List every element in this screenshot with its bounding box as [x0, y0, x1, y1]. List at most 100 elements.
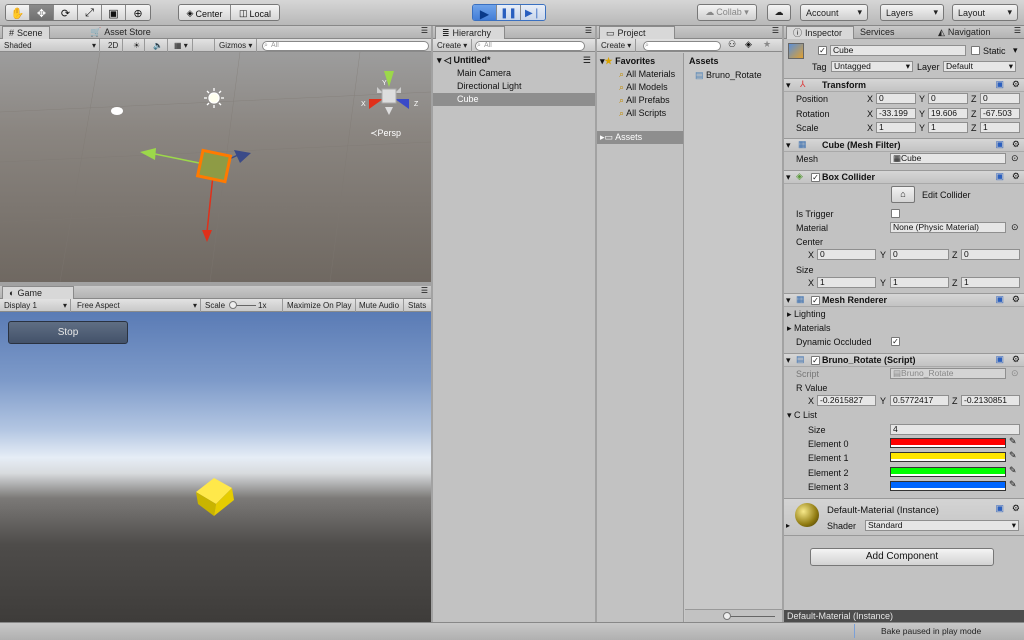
tab-hierarchy[interactable]: ≣ Hierarchy [435, 26, 505, 39]
filter-type-icon[interactable]: ⚇ [728, 39, 736, 50]
collider-material-field[interactable]: None (Physic Material) [890, 222, 1006, 233]
help-icon[interactable]: ▣ [995, 354, 1004, 365]
help-icon[interactable]: ▣ [995, 79, 1004, 90]
scale-icon[interactable]: ⤢ [78, 5, 102, 20]
scene-effects-icon[interactable]: ▦ ▾ [170, 39, 193, 52]
rvalue-y-field[interactable]: 0.5772417 [890, 395, 949, 406]
project-search-input[interactable]: ⌕ [643, 41, 721, 51]
hand-icon[interactable]: ✋ [6, 5, 30, 20]
transform-icon[interactable]: ⊕ [126, 5, 150, 20]
hierarchy-search-input[interactable]: ⌕ All [475, 41, 585, 51]
shader-dropdown[interactable]: Standard ▾ [865, 520, 1019, 531]
layout-dropdown[interactable]: Layout ▾ [952, 4, 1018, 21]
size-x-field[interactable]: 1 [817, 277, 876, 288]
static-checkbox[interactable] [971, 46, 980, 55]
position-z-field[interactable]: 0 [980, 93, 1020, 104]
mode-2d-button[interactable]: 2D [104, 39, 124, 52]
aspect-dropdown[interactable]: Free Aspect ▾ [73, 299, 201, 312]
scale-x-field[interactable]: 1 [876, 122, 916, 133]
color-swatch[interactable] [890, 467, 1006, 477]
help-icon[interactable]: ▣ [995, 503, 1004, 514]
hierarchy-item[interactable]: Directional Light [433, 80, 595, 93]
scene-menu-icon[interactable]: ☰ [583, 54, 591, 67]
gear-icon[interactable]: ⚙ [1012, 294, 1020, 305]
color-swatch[interactable] [890, 452, 1006, 462]
asset-item[interactable]: ▤ Bruno_Rotate [685, 69, 782, 82]
shading-mode-dropdown[interactable]: Shaded ▾ [0, 39, 100, 52]
gear-icon[interactable]: ⚙ [1012, 79, 1020, 90]
tab-asset-store[interactable]: 🛒 Asset Store [84, 26, 157, 39]
material-header[interactable]: ▸ Default-Material (Instance) Shader Sta… [784, 498, 1024, 536]
rect-icon[interactable]: ▣ [102, 5, 126, 20]
tab-project[interactable]: ▭ Project [599, 26, 675, 39]
color-swatch[interactable] [890, 481, 1006, 491]
preview-bar[interactable]: Default-Material (Instance) [784, 610, 1024, 622]
help-icon[interactable]: ▣ [995, 294, 1004, 305]
position-x-field[interactable]: 0 [876, 93, 916, 104]
size-y-field[interactable]: 1 [890, 277, 949, 288]
rotation-z-field[interactable]: -67.503 [980, 108, 1020, 119]
eyedropper-icon[interactable]: ✎ [1009, 450, 1017, 461]
rvalue-z-field[interactable]: -0.2130851 [961, 395, 1020, 406]
object-picker-icon[interactable]: ⊙ [1011, 222, 1019, 233]
tab-services[interactable]: Services [854, 26, 901, 39]
rvalue-x-field[interactable]: -0.2615827 [817, 395, 876, 406]
rotation-y-field[interactable]: 19.606 [928, 108, 968, 119]
pivot-local-button[interactable]: ◫ Local [231, 5, 279, 20]
collab-button[interactable]: ☁ Collab ▾ [697, 4, 757, 21]
rotate-icon[interactable]: ⟳ [54, 5, 78, 20]
is-trigger-checkbox[interactable] [891, 209, 900, 218]
favorite-item[interactable]: ⌕ All Materials [597, 68, 683, 81]
game-viewport[interactable]: Stop [0, 312, 431, 622]
center-y-field[interactable]: 0 [890, 249, 949, 260]
active-checkbox[interactable]: ✓ [818, 46, 827, 55]
mesh-filter-header[interactable]: ▾ ▦ Cube (Mesh Filter) ▣ ⚙ [784, 138, 1024, 152]
panel-menu-icon[interactable]: ☰ [772, 26, 779, 35]
gear-icon[interactable]: ⚙ [1012, 139, 1020, 150]
panel-menu-icon[interactable]: ☰ [1014, 26, 1021, 35]
scene-search-input[interactable]: ⌕ All [262, 41, 429, 51]
layer-dropdown[interactable]: Default ▾ [943, 61, 1016, 72]
size-z-field[interactable]: 1 [961, 277, 1020, 288]
gear-icon[interactable]: ⚙ [1012, 503, 1020, 514]
hierarchy-item[interactable]: Main Camera [433, 67, 595, 80]
gizmos-dropdown[interactable]: Gizmos ▾ [214, 39, 258, 52]
tag-dropdown[interactable]: Untagged ▾ [831, 61, 913, 72]
eyedropper-icon[interactable]: ✎ [1009, 465, 1017, 476]
favorite-star-icon[interactable]: ★ [763, 39, 771, 50]
icon-size-slider-track[interactable] [725, 616, 775, 617]
eyedropper-icon[interactable]: ✎ [1009, 479, 1017, 490]
project-create-dropdown[interactable]: Create ▾ [597, 39, 637, 52]
caret-down-icon[interactable]: ▾ [1013, 45, 1018, 56]
move-icon[interactable]: ✥ [30, 5, 54, 20]
favorite-item[interactable]: ⌕ All Scripts [597, 107, 683, 120]
help-icon[interactable]: ▣ [995, 171, 1004, 182]
panel-menu-icon[interactable]: ☰ [421, 286, 428, 295]
step-button[interactable]: ▶❘ [521, 5, 545, 20]
scene-viewport[interactable]: Y X Z ≺Persp [0, 52, 431, 282]
cloud-button[interactable]: ☁ [767, 4, 791, 21]
mesh-field[interactable]: ▦Cube [890, 153, 1006, 164]
box-collider-enabled-checkbox[interactable]: ✓ [811, 173, 820, 182]
tab-game[interactable]: ◐ Game [2, 286, 74, 299]
tab-inspector[interactable]: ⓘ Inspector [786, 26, 854, 39]
pause-button[interactable]: ❚❚ [497, 5, 521, 20]
lighting-foldout[interactable]: ▸ Lighting [787, 309, 826, 320]
mesh-renderer-enabled-checkbox[interactable]: ✓ [811, 296, 820, 305]
tab-navigation[interactable]: ◭ Navigation [932, 26, 996, 39]
mute-audio-toggle[interactable]: Mute Audio [355, 299, 405, 312]
position-y-field[interactable]: 0 [928, 93, 968, 104]
tab-scene[interactable]: # Scene [2, 26, 50, 39]
dynamic-occluded-checkbox[interactable]: ✓ [891, 337, 900, 346]
filter-label-icon[interactable]: ◈ [745, 39, 752, 50]
materials-foldout[interactable]: ▸ Materials [787, 323, 831, 334]
scene-root-item[interactable]: ▾ ◁ Untitled* ☰ [433, 54, 595, 67]
favorite-item[interactable]: ⌕ All Models [597, 81, 683, 94]
favorites-item[interactable]: ▾★ Favorites [597, 55, 683, 68]
hierarchy-item-selected[interactable]: Cube [433, 93, 595, 106]
play-button[interactable]: ▶ [473, 5, 497, 20]
display-dropdown[interactable]: Display 1 ▾ [0, 299, 71, 312]
layers-dropdown[interactable]: Layers ▾ [880, 4, 944, 21]
object-name-field[interactable]: Cube [830, 45, 966, 56]
account-dropdown[interactable]: Account ▾ [800, 4, 868, 21]
